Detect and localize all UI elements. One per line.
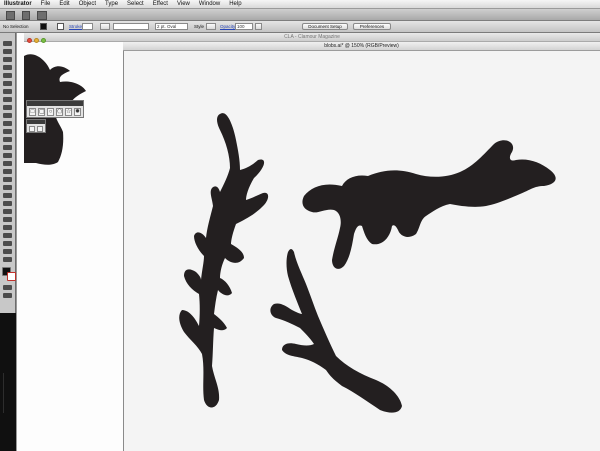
blob-brush-icon[interactable]	[29, 126, 35, 132]
y-shaped-blob[interactable]	[270, 249, 402, 413]
polygon-icon[interactable]: ⬠	[56, 108, 63, 116]
artwork-layer	[24, 54, 556, 413]
vertical-branch-blob[interactable]	[179, 113, 269, 408]
eraser-icon[interactable]	[37, 126, 43, 132]
mini-tearoff-panel	[26, 119, 46, 133]
flare-icon[interactable]: ✹	[74, 108, 81, 116]
rectangle-icon[interactable]: □	[29, 108, 36, 116]
shapes-tearoff-panel: □ ▢ ○ ⬠ ☆ ✹	[26, 100, 84, 118]
rounded-rectangle-icon[interactable]: ▢	[38, 108, 45, 116]
mini-panel-header[interactable]	[27, 120, 45, 124]
star-icon[interactable]: ☆	[65, 108, 72, 116]
horizontal-blob[interactable]	[302, 140, 556, 269]
ellipse-icon[interactable]: ○	[47, 108, 54, 116]
shapes-panel-header[interactable]	[27, 101, 83, 106]
